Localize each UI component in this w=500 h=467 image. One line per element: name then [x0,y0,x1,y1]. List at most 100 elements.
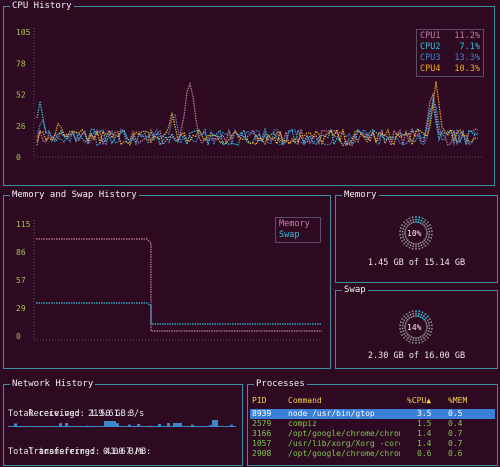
swap-donut-dot [425,329,428,332]
swap-donut-dot [407,315,409,317]
receiving-bar [14,423,17,427]
receiving-bar [86,425,89,427]
swap-donut-dot [412,339,414,341]
memory-percent: 10% [407,229,422,238]
memory-donut-dot [421,246,424,249]
cpu-y-tick: 78 [16,59,26,68]
receiving-bar [38,426,41,427]
memory-donut-dot [429,240,431,242]
swap-donut-dot [418,339,420,341]
swap-donut-dot [423,318,425,321]
table-row[interactable]: 8939 node /usr/bin/gtop 3.5 0.5 [250,409,495,419]
memory-y-tick: 29 [16,304,26,313]
swap-donut-dot [421,317,424,319]
swap-donut-dot [404,325,406,327]
memory-donut-dot [399,233,401,236]
receiving-bar [224,426,227,427]
table-row[interactable]: 1057 /usr/lib/xorg/Xorg -core 1.4 0.7 [250,439,495,449]
receiving-bar [215,420,218,427]
receiving-bar [206,426,209,427]
swap-percent: 14% [407,323,422,332]
table-row[interactable]: 3166 /opt/google/chrome/chrom 1.4 0.7 [250,429,495,439]
table-row[interactable]: 2908 /opt/google/chrome/chrom 0.6 0.6 [250,449,495,459]
receiving-bar [47,426,50,427]
swap-donut-dot [424,313,427,315]
swap-donut-dot [402,322,404,324]
swap-donut-dot [405,335,407,337]
receiving-bar [17,426,20,427]
swap-donut-dot [411,310,414,313]
memory-donut-dot [424,219,427,221]
memory-donut-dot [412,245,414,247]
memory-donut-dot [418,216,421,219]
swap-donut-dot [405,339,408,341]
swap-donut-dot [415,315,417,317]
receiving-bar [92,426,95,427]
memory-donut-dot [424,237,427,240]
receiving-bar [203,426,206,427]
receiving-bar [62,426,65,427]
memory-donut-dot [415,221,417,223]
memory-donut-dot [409,244,412,247]
swap-donut-dot [430,321,432,323]
receiving-bar [104,421,107,427]
memory-donut-dot [419,222,422,224]
header-cpu[interactable]: %CPU▲ [407,396,431,405]
swap-donut-dot [407,337,409,339]
swap-donut-dot [408,311,411,314]
receiving-bar [98,426,101,427]
receiving-bar [68,426,71,427]
swap-donut-dot [411,341,414,344]
header-mem[interactable]: %MEM [448,396,467,405]
receiving-bar [152,426,155,427]
receiving-bar [209,424,212,427]
cpu-series-line [36,81,479,147]
memory-donut-dot [405,219,408,221]
memory-donut-dot [399,230,401,233]
swap-donut-dot [428,330,430,332]
memory-donut-dot [418,247,421,250]
memory-donut-dot [428,228,430,230]
memory-donut-dot [410,222,413,224]
receiving-bar [227,426,230,427]
swap-donut-dot [419,316,422,318]
header-pid[interactable]: PID [252,396,266,405]
receiving-bar [167,423,170,427]
receiving-bar [23,426,26,427]
cpu-history-panel: CPU History 105 78 52 26 0 CPU1 11.2% CPU2 7.1… [3,0,495,186]
receiving-bar [53,426,56,427]
memory-donut-dot [426,239,429,241]
memory-donut-dot [411,247,414,250]
memory-donut-dot [401,240,403,242]
header-command[interactable]: Command [288,396,322,405]
swap-donut-dot [431,327,433,330]
swap-donut-dot [423,337,425,339]
memory-donut-dot [425,241,427,243]
receiving-bar [41,426,44,427]
swap-donut-dot [426,333,429,335]
memory-donut-dot [421,223,424,225]
receiving-bar [35,426,38,427]
receiving-bar [11,426,14,427]
swap-donut-dot [402,330,404,332]
swap-donut-dot [400,321,402,323]
swap-donut-dot [403,333,406,335]
memory-donut-dot [407,221,409,223]
receiving-bar [74,426,77,427]
memory-donut-dot [425,235,428,238]
memory-donut-dot [430,227,432,229]
memory-donut-dot [402,228,404,230]
swap-donut-dot [403,319,406,321]
swap-donut-dot [421,340,424,343]
receiving-bar [101,426,104,427]
swap-donut-dot [418,341,421,344]
table-row[interactable]: 2579 compiz 1.5 0.4 [250,419,495,429]
swap-donut-dot [412,337,415,339]
swap-donut-dot [407,318,409,321]
memory-swap-history-panel: Memory and Swap History 115 86 57 29 0 Memor… [3,189,331,369]
memory-donut-dot [407,239,409,242]
memory-donut-dot [408,217,411,220]
memory-donut-dot [408,241,411,243]
swap-donut-dot [430,331,432,333]
memory-donut-dot [431,233,433,236]
